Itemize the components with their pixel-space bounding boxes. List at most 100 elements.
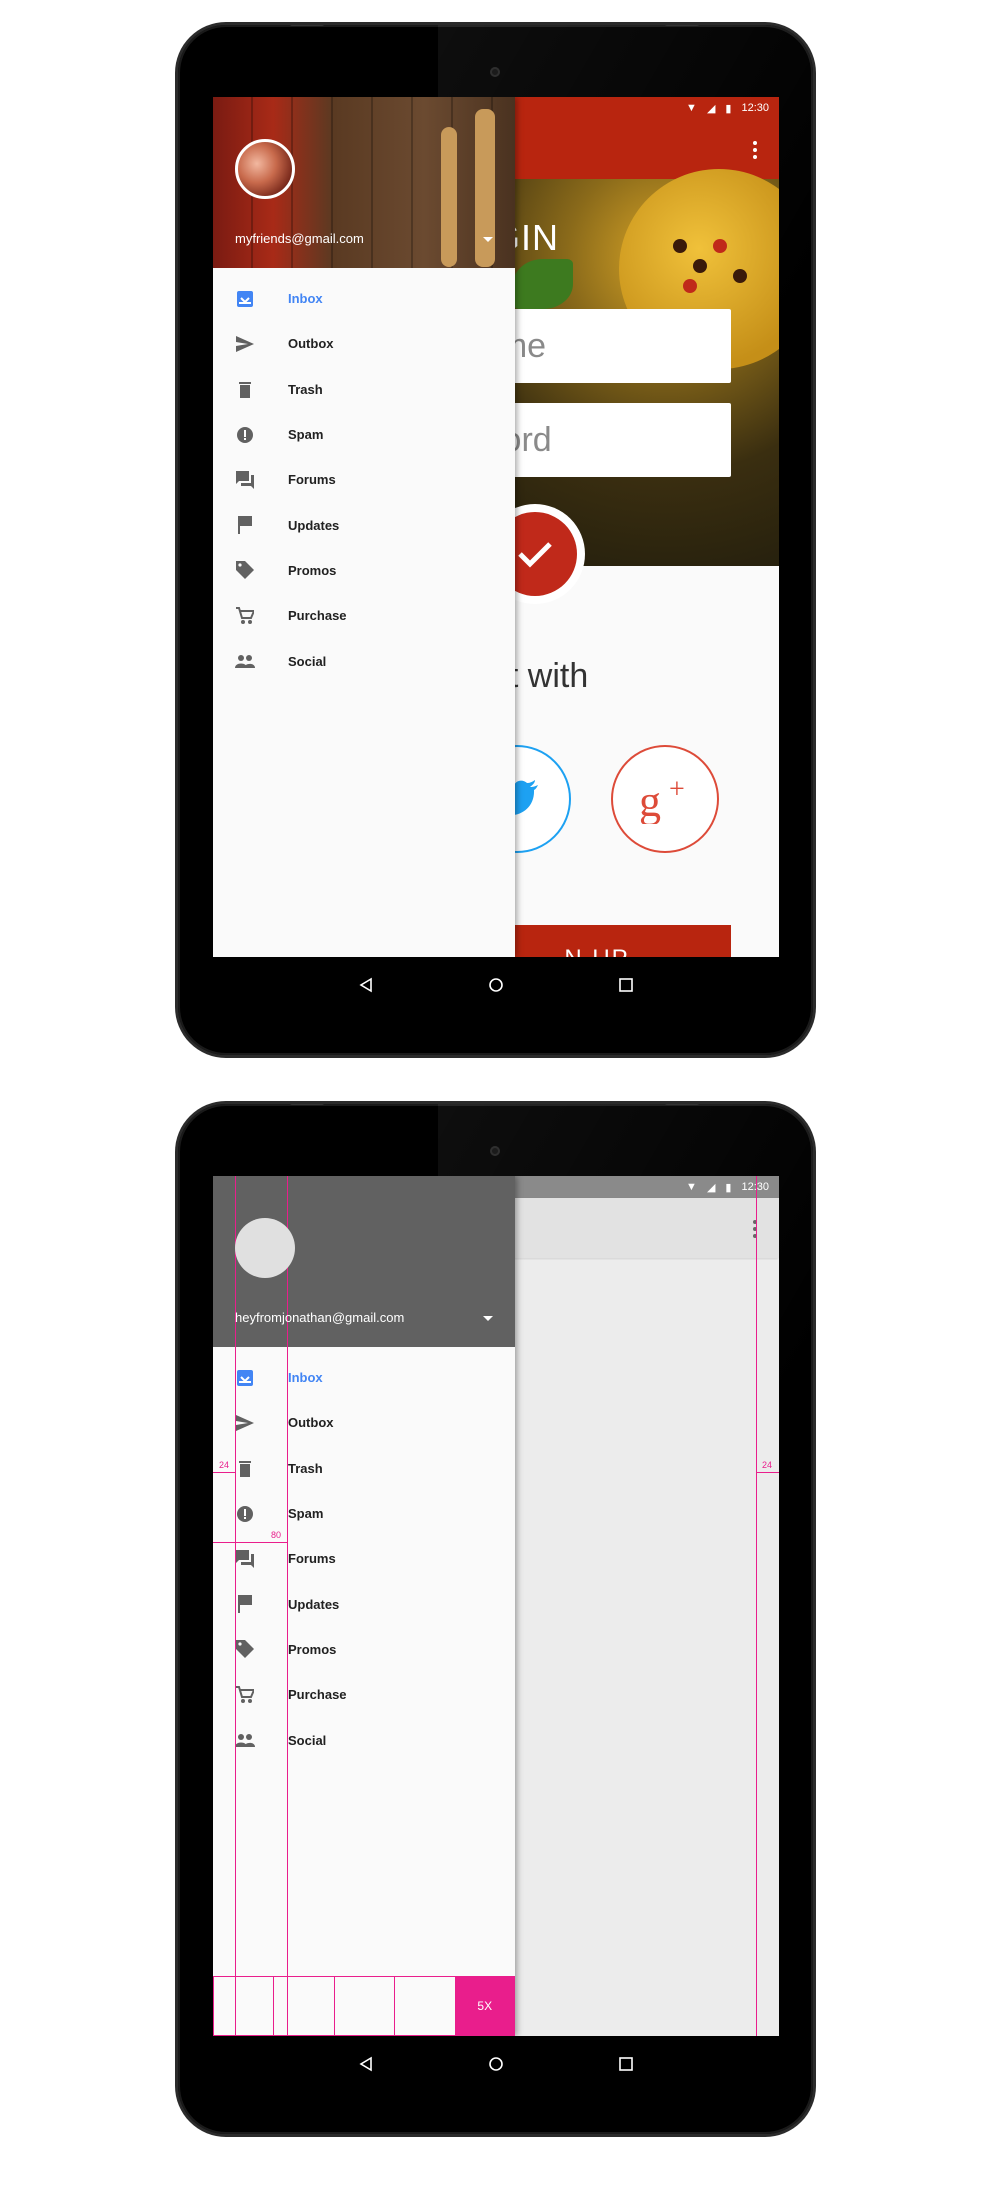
trash-icon <box>235 1458 255 1478</box>
drawer-item-spam[interactable]: Spam <box>213 1491 515 1536</box>
hardware-button <box>665 25 699 26</box>
account-email: heyfromjonathan@gmail.com <box>235 1310 405 1325</box>
system-nav-bar <box>178 2036 813 2091</box>
wifi-icon: ▼ <box>686 1181 697 1193</box>
account-dropdown-icon[interactable] <box>483 237 493 242</box>
forum-icon <box>235 470 255 490</box>
drawer-item-label: Social <box>288 653 327 669</box>
forum-icon <box>235 1549 255 1569</box>
drawer-item-label: Trash <box>288 1460 323 1476</box>
drawer-item-outbox[interactable]: Outbox <box>213 321 515 366</box>
keyline-text <box>287 1176 288 2036</box>
inbox-icon <box>235 1368 255 1388</box>
tablet-device-bottom: ▼ ◢ ▮ 12:30 heyfromjonathan@gmail.com In… <box>178 1104 813 2134</box>
drawer-item-inbox[interactable]: Inbox <box>213 276 515 321</box>
keyline-right <box>756 1176 757 2036</box>
people-icon <box>235 1730 255 1750</box>
home-icon[interactable] <box>476 2049 516 2079</box>
hardware-button <box>665 1104 699 1105</box>
navigation-drawer: myfriends@gmail.com Inbox Outbox Trash Spam… <box>213 97 515 957</box>
status-bar: ▼ ◢ ▮ 12:30 <box>213 97 779 119</box>
keyline-left-label: 24 <box>219 1460 230 1470</box>
drawer-header: heyfromjonathan@gmail.com <box>213 1176 515 1347</box>
flag-icon <box>235 1594 255 1614</box>
tablet-device-top: ▼ ◢ ▮ 12:30 OGIN name sword ect with g+ … <box>178 25 813 1055</box>
recents-icon[interactable] <box>606 970 646 1000</box>
drawer-item-label: Forums <box>288 472 336 488</box>
people-icon <box>235 651 255 671</box>
front-camera <box>490 67 500 77</box>
flag-icon <box>235 515 255 535</box>
drawer-item-outbox[interactable]: Outbox <box>213 1400 515 1445</box>
back-icon[interactable] <box>346 2049 386 2079</box>
drawer-item-label: Spam <box>288 427 324 443</box>
front-camera <box>490 1146 500 1156</box>
status-time: 12:30 <box>741 102 769 114</box>
recents-icon[interactable] <box>606 2049 646 2079</box>
screen-login-drawer: ▼ ◢ ▮ 12:30 OGIN name sword ect with g+ … <box>213 97 779 957</box>
grid-cell <box>333 1976 395 2036</box>
drawer-item-label: Forums <box>288 1551 336 1567</box>
account-avatar[interactable] <box>235 139 295 199</box>
trash-icon <box>235 379 255 399</box>
hardware-button <box>290 1104 324 1105</box>
status-bar: ▼ ◢ ▮ 12:30 <box>213 1176 779 1198</box>
cart-icon <box>235 1685 255 1705</box>
drawer-item-social[interactable]: Social <box>213 1717 515 1762</box>
keyline-left <box>235 1176 236 2036</box>
signal-icon: ◢ <box>706 1181 716 1194</box>
drawer-item-label: Updates <box>288 517 340 533</box>
drawer-item-social[interactable]: Social <box>213 638 515 683</box>
drawer-item-spam[interactable]: Spam <box>213 412 515 457</box>
keyline-right-label: 24 <box>762 1460 773 1470</box>
drawer-item-label: Outbox <box>288 336 334 352</box>
keyline-grid-row: 5X <box>213 1976 515 2036</box>
drawer-menu-list: Inbox Outbox Trash Spam Forums Updates Promos P… <box>213 1347 515 1763</box>
report-icon <box>235 1504 255 1524</box>
system-nav-bar <box>178 957 813 1012</box>
svg-text:+: + <box>669 774 685 805</box>
overflow-menu-icon[interactable] <box>753 141 757 159</box>
drawer-item-trash[interactable]: Trash <box>213 1446 515 1491</box>
status-time: 12:30 <box>741 1181 769 1193</box>
drawer-item-label: Spam <box>288 1506 324 1522</box>
account-avatar[interactable] <box>235 1218 295 1278</box>
keyline-measure <box>213 1542 287 1543</box>
google-plus-button[interactable]: g + <box>611 745 719 853</box>
drawer-item-label: Promos <box>288 1641 337 1657</box>
navigation-drawer: heyfromjonathan@gmail.com Inbox Outbox Tra… <box>213 1176 515 2036</box>
wifi-icon: ▼ <box>686 102 697 114</box>
drawer-item-promos[interactable]: Promos <box>213 1627 515 1672</box>
drawer-item-updates[interactable]: Updates <box>213 502 515 547</box>
hardware-button <box>290 25 324 26</box>
drawer-item-forums[interactable]: Forums <box>213 457 515 502</box>
berry-image <box>713 239 727 253</box>
drawer-item-label: Social <box>288 1732 327 1748</box>
svg-text:g: g <box>639 777 661 824</box>
spoon-image <box>441 127 457 267</box>
drawer-item-updates[interactable]: Updates <box>213 1581 515 1626</box>
drawer-header: myfriends@gmail.com <box>213 97 515 268</box>
battery-icon: ▮ <box>725 102 732 115</box>
home-icon[interactable] <box>476 970 516 1000</box>
drawer-item-label: Inbox <box>288 291 323 307</box>
back-icon[interactable] <box>346 970 386 1000</box>
drawer-item-trash[interactable]: Trash <box>213 367 515 412</box>
cart-icon <box>235 606 255 626</box>
signup-label: N UP <box>564 945 629 957</box>
drawer-item-label: Purchase <box>288 608 347 624</box>
drawer-item-label: Inbox <box>288 1370 323 1386</box>
account-dropdown-icon[interactable] <box>483 1316 493 1321</box>
drawer-item-promos[interactable]: Promos <box>213 548 515 593</box>
drawer-item-label: Promos <box>288 562 337 578</box>
inbox-icon <box>235 289 255 309</box>
google-plus-icon: g + <box>639 774 685 824</box>
drawer-item-purchase[interactable]: Purchase <box>213 593 515 638</box>
tag-icon <box>235 1639 255 1659</box>
screen-keyline-spec: ▼ ◢ ▮ 12:30 heyfromjonathan@gmail.com In… <box>213 1176 779 2036</box>
drawer-menu-list: Inbox Outbox Trash Spam Forums Updates Promos P… <box>213 268 515 684</box>
berry-image <box>673 239 687 253</box>
drawer-item-purchase[interactable]: Purchase <box>213 1672 515 1717</box>
berry-image <box>683 279 697 293</box>
drawer-item-inbox[interactable]: Inbox <box>213 1355 515 1400</box>
